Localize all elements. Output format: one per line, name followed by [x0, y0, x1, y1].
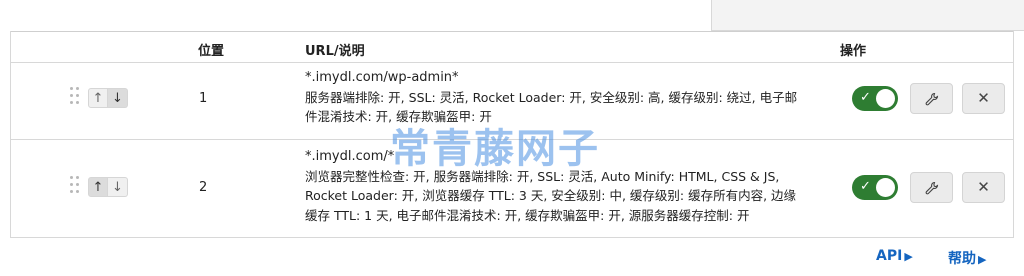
- rule-description: 缓存 TTL: 1 天, 电子邮件混淆技术: 开, 缓存欺骗盔甲: 开, 源服务…: [305, 207, 750, 223]
- wrench-icon: [925, 92, 938, 105]
- close-icon: ✕: [977, 89, 990, 107]
- close-icon: ✕: [977, 178, 990, 196]
- header-url: URL/说明: [305, 44, 365, 59]
- api-link[interactable]: API ▶: [876, 248, 913, 264]
- rule-enabled-toggle[interactable]: ✓: [852, 86, 898, 111]
- move-up-button[interactable]: ↑: [88, 88, 108, 108]
- move-up-button[interactable]: ↑: [88, 177, 108, 197]
- rule-description: 服务器端排除: 开, SSL: 灵活, Rocket Loader: 开, 安全…: [305, 89, 798, 105]
- caret-right-icon: ▶: [904, 250, 913, 263]
- table-header: 位置 URL/说明 操作: [11, 31, 1013, 63]
- drag-handle-icon[interactable]: [70, 87, 80, 107]
- edit-rule-button[interactable]: [910, 172, 953, 203]
- rule-description: Rocket Loader: 开, 浏览器缓存 TTL: 3 天, 安全级别: …: [305, 188, 797, 203]
- move-down-button[interactable]: ↓: [108, 177, 128, 197]
- toggle-knob: [876, 89, 895, 108]
- check-icon: ✓: [860, 179, 871, 194]
- top-right-panel: [711, 0, 1024, 31]
- caret-right-icon: ▶: [978, 253, 987, 266]
- delete-rule-button[interactable]: ✕: [962, 83, 1005, 114]
- rule-position: 1: [199, 91, 208, 106]
- api-link-label: API: [876, 248, 903, 264]
- wrench-icon: [925, 181, 938, 194]
- header-actions: 操作: [840, 44, 867, 59]
- delete-rule-button[interactable]: ✕: [962, 172, 1005, 203]
- watermark: 常青藤网子: [390, 126, 600, 172]
- header-position: 位置: [198, 44, 225, 59]
- drag-handle-icon[interactable]: [70, 176, 80, 196]
- rule-enabled-toggle[interactable]: ✓: [852, 175, 898, 200]
- toggle-knob: [876, 178, 895, 197]
- rule-url[interactable]: *.imydl.com/wp-admin*: [305, 68, 835, 88]
- check-icon: ✓: [860, 90, 871, 105]
- edit-rule-button[interactable]: [910, 83, 953, 114]
- rule-position: 2: [199, 180, 208, 195]
- move-down-button[interactable]: ↓: [108, 88, 128, 108]
- help-link[interactable]: 帮助 ▶: [948, 248, 986, 268]
- help-link-label: 帮助: [948, 251, 976, 267]
